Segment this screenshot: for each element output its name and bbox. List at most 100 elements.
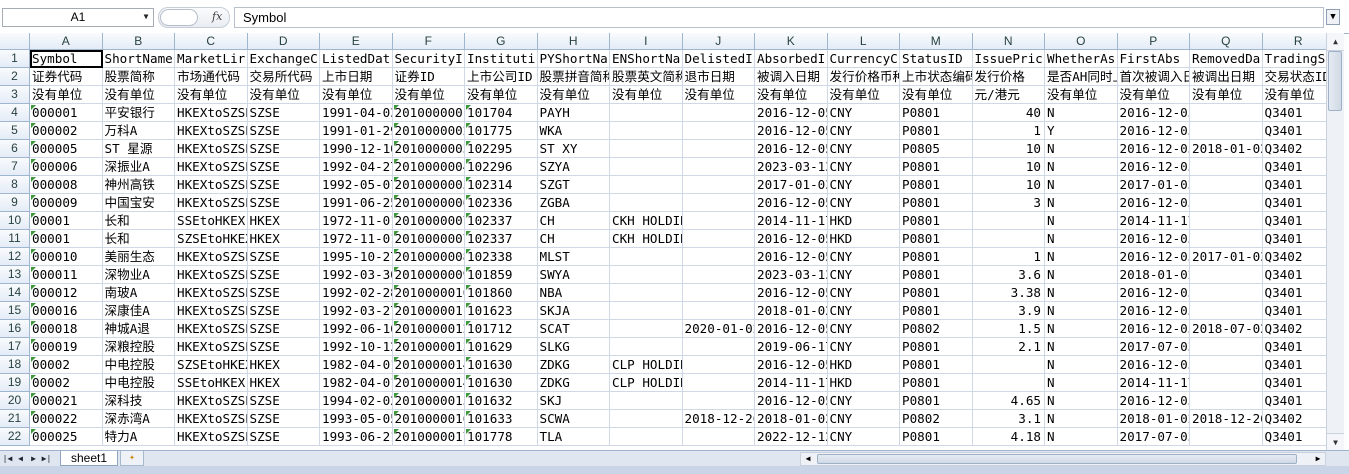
cell-h8[interactable]: SZGT — [537, 176, 610, 194]
cell-g2[interactable]: 上市公司ID — [465, 68, 538, 86]
cell-f22[interactable]: 2010000017 — [392, 428, 465, 446]
cell-l18[interactable]: HKD — [827, 356, 900, 374]
cell-e15[interactable]: 1992-03-27 — [320, 302, 393, 320]
cell-c21[interactable]: HKEXtoSZSE — [175, 410, 248, 428]
cell-d5[interactable]: SZSE — [247, 122, 320, 140]
cell-h13[interactable]: SWYA — [537, 266, 610, 284]
cell-i4[interactable] — [610, 104, 683, 122]
cell-h7[interactable]: SZYA — [537, 158, 610, 176]
row-header[interactable]: 15 — [0, 302, 30, 320]
cell-k10[interactable]: 2014-11-17 — [755, 212, 828, 230]
cell-c3[interactable]: 没有单位 — [175, 86, 248, 104]
row-header[interactable]: 12 — [0, 248, 30, 266]
column-header-c[interactable]: C — [175, 33, 248, 50]
cell-o13[interactable]: N — [1045, 266, 1118, 284]
cell-k7[interactable]: 2023-03-13 — [755, 158, 828, 176]
cell-e2[interactable]: 上市日期 — [320, 68, 393, 86]
cell-d18[interactable]: HKEX — [247, 356, 320, 374]
row-header[interactable]: 16 — [0, 320, 30, 338]
cell-f6[interactable]: 2010000003 — [392, 140, 465, 158]
row-header[interactable]: 11 — [0, 230, 30, 248]
cell-g15[interactable]: 101623 — [465, 302, 538, 320]
row-header[interactable]: 22 — [0, 428, 30, 446]
cell-a7[interactable]: 000006 — [30, 158, 103, 176]
cell-a17[interactable]: 000019 — [30, 338, 103, 356]
cell-c16[interactable]: HKEXtoSZSE — [175, 320, 248, 338]
cell-q9[interactable] — [1190, 194, 1263, 212]
cell-c20[interactable]: HKEXtoSZSE — [175, 392, 248, 410]
cell-i20[interactable] — [610, 392, 683, 410]
cell-a22[interactable]: 000025 — [30, 428, 103, 446]
cell-g12[interactable]: 102338 — [465, 248, 538, 266]
cell-e4[interactable]: 1991-04-03 — [320, 104, 393, 122]
cell-d3[interactable]: 没有单位 — [247, 86, 320, 104]
row-header[interactable]: 4 — [0, 104, 30, 122]
cell-b11[interactable]: 长和 — [102, 230, 175, 248]
cell-a14[interactable]: 000012 — [30, 284, 103, 302]
cell-o7[interactable]: N — [1045, 158, 1118, 176]
cell-b12[interactable]: 美丽生态 — [102, 248, 175, 266]
cell-i2[interactable]: 股票英文简称 — [610, 68, 683, 86]
cell-e9[interactable]: 1991-06-25 — [320, 194, 393, 212]
cell-b22[interactable]: 特力A — [102, 428, 175, 446]
cell-n14[interactable]: 3.38 — [972, 284, 1045, 302]
cell-p2[interactable]: 首次被调入日期 — [1117, 68, 1190, 86]
cell-r15[interactable]: Q3401 — [1262, 302, 1335, 320]
cell-d8[interactable]: SZSE — [247, 176, 320, 194]
row-header[interactable]: 9 — [0, 194, 30, 212]
cell-r17[interactable]: Q3401 — [1262, 338, 1335, 356]
cell-q7[interactable] — [1190, 158, 1263, 176]
first-sheet-icon[interactable]: |◀ — [2, 453, 13, 465]
cell-l5[interactable]: CNY — [827, 122, 900, 140]
cell-f2[interactable]: 证券ID — [392, 68, 465, 86]
cell-h3[interactable]: 没有单位 — [537, 86, 610, 104]
cell-f17[interactable]: 2010000013 — [392, 338, 465, 356]
cell-a18[interactable]: 00002 — [30, 356, 103, 374]
cell-f1[interactable]: SecurityI — [392, 50, 465, 68]
cell-a16[interactable]: 000018 — [30, 320, 103, 338]
cell-i3[interactable]: 没有单位 — [610, 86, 683, 104]
cell-o5[interactable]: Y — [1045, 122, 1118, 140]
cell-a20[interactable]: 000021 — [30, 392, 103, 410]
cell-c7[interactable]: HKEXtoSZSE — [175, 158, 248, 176]
cell-b1[interactable]: ShortName — [102, 50, 175, 68]
cell-m13[interactable]: P0801 — [900, 266, 973, 284]
cell-m1[interactable]: StatusID — [900, 50, 973, 68]
cell-l19[interactable]: HKD — [827, 374, 900, 392]
cell-i13[interactable] — [610, 266, 683, 284]
scroll-right-icon[interactable]: ▶ — [1311, 453, 1325, 465]
cell-l3[interactable]: 没有单位 — [827, 86, 900, 104]
prev-sheet-icon[interactable]: ◀ — [15, 453, 26, 465]
cell-m22[interactable]: P0801 — [900, 428, 973, 446]
cell-g19[interactable]: 101630 — [465, 374, 538, 392]
cell-r18[interactable]: Q3401 — [1262, 356, 1335, 374]
cell-g8[interactable]: 102314 — [465, 176, 538, 194]
cell-a3[interactable]: 没有单位 — [30, 86, 103, 104]
cell-r3[interactable]: 没有单位 — [1262, 86, 1335, 104]
cell-p1[interactable]: FirstAbs — [1117, 50, 1190, 68]
cell-i8[interactable] — [610, 176, 683, 194]
cell-p16[interactable]: 2016-12-05 — [1117, 320, 1190, 338]
cell-h16[interactable]: SCAT — [537, 320, 610, 338]
cell-i17[interactable] — [610, 338, 683, 356]
cell-b15[interactable]: 深康佳A — [102, 302, 175, 320]
cell-d15[interactable]: SZSE — [247, 302, 320, 320]
cell-m14[interactable]: P0801 — [900, 284, 973, 302]
cell-k13[interactable]: 2023-03-13 — [755, 266, 828, 284]
cell-h18[interactable]: ZDKG — [537, 356, 610, 374]
cell-p4[interactable]: 2016-12-05 — [1117, 104, 1190, 122]
cell-k8[interactable]: 2017-01-03 — [755, 176, 828, 194]
cell-r20[interactable]: Q3401 — [1262, 392, 1335, 410]
cell-b14[interactable]: 南玻A — [102, 284, 175, 302]
row-header[interactable]: 18 — [0, 356, 30, 374]
cell-n7[interactable]: 10 — [972, 158, 1045, 176]
name-box[interactable]: A1 — [2, 8, 154, 27]
row-header[interactable]: 17 — [0, 338, 30, 356]
cell-k9[interactable]: 2016-12-05 — [755, 194, 828, 212]
cell-n1[interactable]: IssuePric — [972, 50, 1045, 68]
cell-h20[interactable]: SKJ — [537, 392, 610, 410]
cell-j15[interactable] — [682, 302, 755, 320]
cell-n3[interactable]: 元/港元 — [972, 86, 1045, 104]
cell-o16[interactable]: N — [1045, 320, 1118, 338]
cell-j5[interactable] — [682, 122, 755, 140]
